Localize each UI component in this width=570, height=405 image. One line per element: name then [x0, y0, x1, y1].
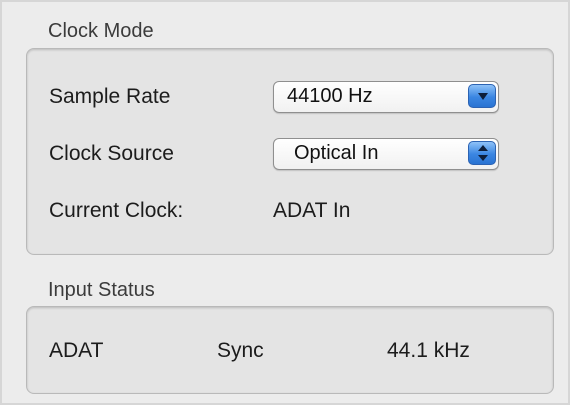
clock-source-select[interactable]: Optical In [273, 138, 499, 170]
popup-arrow-down-icon [468, 84, 496, 108]
input-status-group: ADAT Sync 44.1 kHz [26, 306, 554, 394]
sample-rate-label: Sample Rate [49, 85, 171, 108]
clock-mode-title: Clock Mode [48, 20, 154, 42]
clock-source-label: Clock Source [49, 142, 174, 165]
clock-settings-panel: Clock Mode Sample Rate 44100 Hz Clock So… [0, 0, 570, 405]
stepper-updown-icon [468, 141, 496, 165]
input-name: ADAT [49, 339, 104, 362]
current-clock-label: Current Clock: [49, 199, 184, 222]
current-clock-value: ADAT In [273, 199, 351, 222]
sample-rate-value: 44100 Hz [287, 85, 373, 107]
input-sync-status: Sync [217, 339, 264, 362]
clock-source-value: Optical In [294, 142, 379, 164]
clock-mode-group: Sample Rate 44100 Hz Clock Source Optica… [26, 48, 554, 255]
sample-rate-select[interactable]: 44100 Hz [273, 81, 499, 113]
input-status-title: Input Status [48, 279, 155, 301]
input-sample-rate: 44.1 kHz [387, 339, 470, 362]
